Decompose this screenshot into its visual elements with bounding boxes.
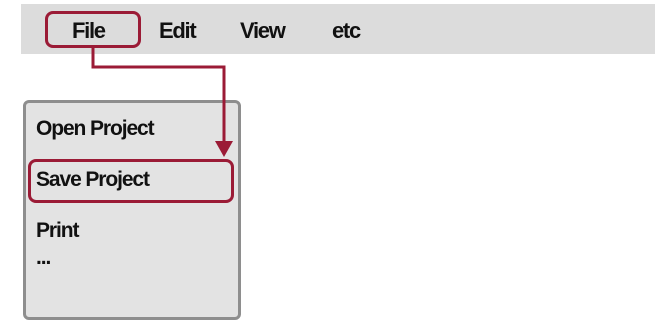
file-menu-highlight <box>45 11 141 48</box>
menu-etc[interactable]: etc <box>332 4 361 54</box>
menu-item-open-project[interactable]: Open Project <box>36 117 155 141</box>
save-project-highlight <box>28 159 234 203</box>
menu-item-print[interactable]: Print <box>36 219 79 243</box>
menu-view[interactable]: View <box>240 4 286 54</box>
menu-item-more[interactable]: ... <box>36 246 51 270</box>
menu-edit[interactable]: Edit <box>159 4 197 54</box>
